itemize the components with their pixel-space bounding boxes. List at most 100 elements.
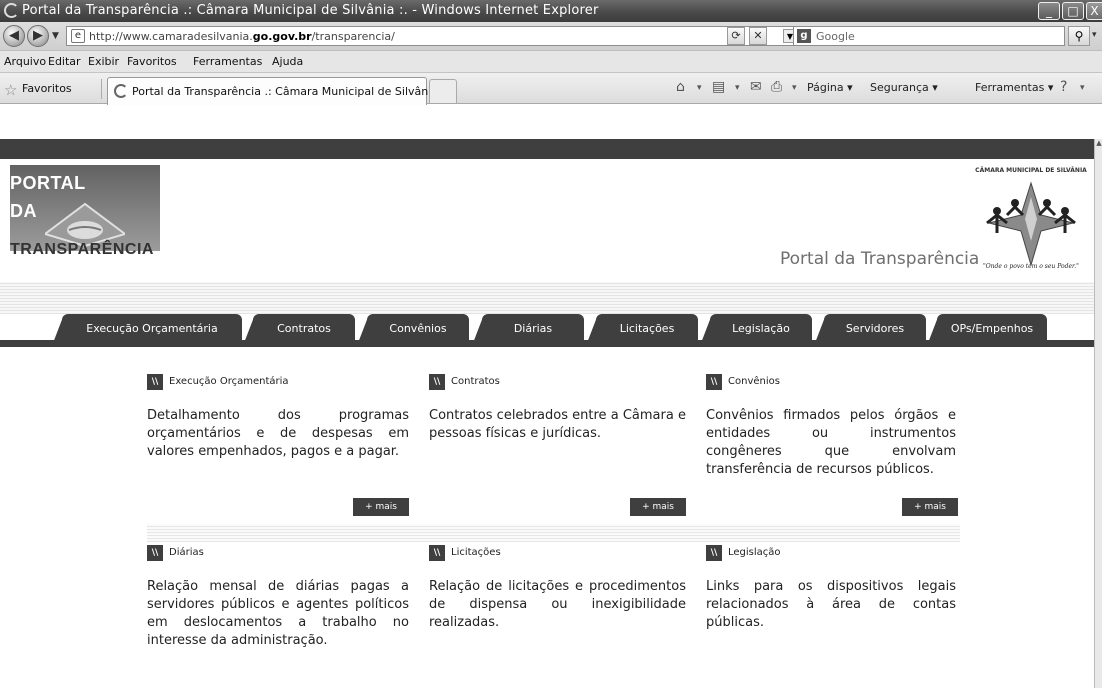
refresh-button[interactable]: ⟳ [727, 27, 745, 45]
favorites-star-icon[interactable]: ☆ [4, 81, 17, 99]
safety-menu[interactable]: Segurança ▾ [870, 81, 938, 94]
forward-arrow-icon: ▶ [33, 28, 43, 43]
card-header: \\ Licitações [429, 542, 501, 561]
new-tab-button[interactable] [429, 79, 457, 103]
section-mark-icon: \\ [147, 373, 163, 390]
section-mark-icon: \\ [706, 373, 722, 390]
tab-title: Portal da Transparência .: Câmara Munici… [132, 85, 442, 98]
stop-icon: ✕ [753, 29, 763, 42]
header-stripes [0, 282, 1094, 314]
google-icon: g [797, 29, 811, 43]
menu-favoritos[interactable]: Favoritos [127, 55, 177, 68]
portal-title: Portal da Transparência [780, 249, 980, 269]
section-mark-icon: \\ [706, 544, 722, 561]
home-dropdown-icon[interactable]: ▾ [697, 83, 702, 93]
address-input[interactable]: e http://www.camaradesilvania.go.gov.br/… [66, 26, 800, 46]
print-icon[interactable]: ⎙ [771, 79, 782, 95]
stop-button[interactable]: ✕ [749, 27, 767, 45]
more-button-execucao[interactable]: + mais [353, 498, 409, 516]
menu-arquivo[interactable]: Arquivo [4, 55, 46, 68]
menu-ajuda[interactable]: Ajuda [272, 55, 303, 68]
magnifier-icon: ⚲ [1074, 29, 1084, 43]
main-content: \\ Execução Orçamentária Detalhamento dos… [0, 347, 1094, 688]
minimize-button[interactable]: _ [1038, 2, 1060, 20]
history-dropdown-icon[interactable]: ▼ [52, 31, 59, 41]
address-toolbar: ◀ ▶ ▼ e http://www.camaradesilvania.go.g… [0, 22, 1102, 50]
feeds-icon[interactable]: ▤ [712, 79, 725, 95]
ie-tab-icon [114, 84, 128, 98]
card-description: Relação de licitações e procedimentos de… [429, 579, 686, 630]
home-icon[interactable]: ⌂ [676, 79, 685, 95]
card-header: \\ Convênios [706, 371, 780, 390]
favorites-bar: ☆ Favoritos Portal da Transparência .: C… [0, 72, 1102, 105]
search-placeholder: Google [816, 30, 855, 43]
section-mark-icon: \\ [429, 544, 445, 561]
logo-line-da: DA [10, 201, 37, 221]
page-icon: e [71, 29, 85, 43]
card-description: Links para os dispositivos legais relaci… [706, 579, 956, 630]
scroll-up-icon[interactable]: ▲ [1095, 139, 1102, 149]
help-dropdown-icon[interactable]: ▾ [1080, 83, 1085, 93]
card-header: \\ Execução Orçamentária [147, 371, 289, 390]
close-button[interactable]: X [1086, 2, 1102, 20]
tab-execucao-orcamentaria[interactable]: Execução Orçamentária [53, 314, 242, 343]
mail-icon[interactable]: ✉ [750, 79, 762, 95]
more-button-convenios[interactable]: + mais [902, 498, 958, 516]
menu-bar: Arquivo Editar Exibir Favoritos Ferramen… [0, 50, 1102, 72]
search-options-icon[interactable]: ▾ [1092, 30, 1097, 40]
feeds-dropdown-icon[interactable]: ▾ [735, 83, 740, 93]
tab-diarias[interactable]: Diárias [473, 314, 584, 343]
tools-menu[interactable]: Ferramentas ▾ [975, 81, 1053, 94]
card-title: Diárias [169, 547, 204, 558]
card-header: \\ Diárias [147, 542, 204, 561]
back-arrow-icon: ◀ [9, 28, 19, 43]
vertical-scrollbar[interactable]: ▲ [1094, 139, 1102, 688]
card-title: Execução Orçamentária [169, 376, 289, 387]
tab-servidores[interactable]: Servidores [815, 314, 926, 343]
menu-ferramentas[interactable]: Ferramentas [193, 55, 262, 68]
refresh-icon: ⟳ [731, 29, 741, 42]
print-dropdown-icon[interactable]: ▾ [792, 83, 797, 93]
page-top-bar [0, 139, 1094, 159]
url-text: http://www.camaradesilvania.go.gov.br/tr… [89, 30, 395, 43]
forward-button[interactable]: ▶ [27, 25, 49, 47]
search-button[interactable]: ⚲ [1068, 26, 1090, 46]
favorites-button[interactable]: Favoritos [22, 82, 72, 95]
search-input[interactable]: g Google [793, 26, 1065, 46]
help-icon[interactable]: ? [1060, 79, 1067, 95]
camara-emblem-icon [986, 181, 1076, 267]
window-titlebar: Portal da Transparência .: Câmara Munici… [0, 0, 1102, 22]
section-mark-icon: \\ [429, 373, 445, 390]
section-mark-icon: \\ [147, 544, 163, 561]
logo-line-portal: PORTAL [10, 173, 86, 193]
more-button-contratos[interactable]: + mais [630, 498, 686, 516]
menu-editar[interactable]: Editar [48, 55, 81, 68]
card-title: Convênios [728, 376, 780, 387]
card-description: Relação mensal de diárias pagas a servid… [147, 579, 409, 648]
tab-licitacoes[interactable]: Licitações [587, 314, 698, 343]
card-title: Contratos [451, 376, 500, 387]
tab-convenios[interactable]: Convênios [358, 314, 469, 343]
card-header: \\ Contratos [429, 371, 500, 390]
back-button[interactable]: ◀ [3, 25, 25, 47]
card-title: Licitações [451, 547, 501, 558]
menu-exibir[interactable]: Exibir [88, 55, 119, 68]
tab-contratos[interactable]: Contratos [244, 314, 355, 343]
card-description: Detalhamento dos programas orçamentários… [147, 408, 409, 459]
nav-underline [0, 340, 1094, 347]
window-title: Portal da Transparência .: Câmara Munici… [22, 3, 599, 18]
card-description: Convênios firmados pelos órgãos e entida… [706, 408, 956, 477]
camara-slogan: "Onde o povo tem o seu Poder." [983, 263, 1079, 270]
separator [101, 79, 102, 99]
page-menu[interactable]: Página ▾ [807, 81, 853, 94]
camara-logo: CÂMARA MUNICIPAL DE SILVÂNIA "Onde o pov… [975, 167, 1087, 277]
card-description: Contratos celebrados entre a Câmara e pe… [429, 408, 686, 441]
maximize-button[interactable]: □ [1062, 2, 1084, 20]
window-controls: _ □ X [1038, 2, 1102, 20]
tab-ops-empenhos[interactable]: OPs/Empenhos [928, 314, 1047, 343]
card-header: \\ Legislação [706, 542, 781, 561]
section-divider [147, 524, 960, 542]
site-header: PORTAL DA TRANSPARÊNCIA Portal da Transp… [0, 159, 1094, 282]
browser-tab[interactable]: Portal da Transparência .: Câmara Munici… [107, 77, 442, 105]
tab-legislacao[interactable]: Legislação [701, 314, 812, 343]
